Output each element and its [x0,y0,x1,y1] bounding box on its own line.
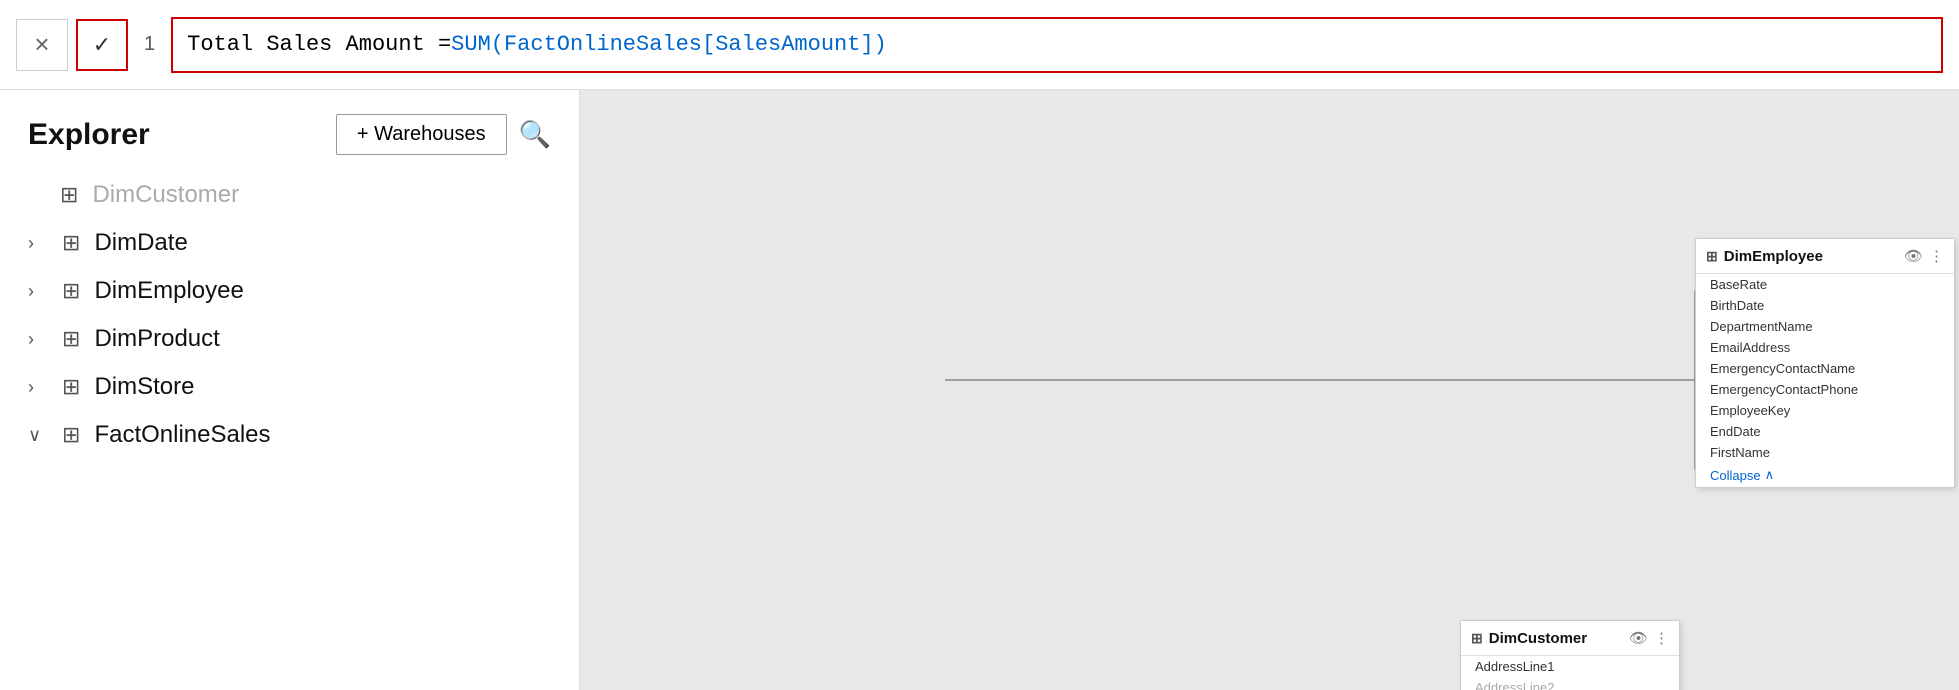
confirm-button[interactable]: ✓ [76,19,128,71]
formula-static-text: Total Sales Amount = [187,32,451,57]
dim-employee-header-actions[interactable]: 👁 ⋮ [1904,247,1944,265]
field-addressline2: AddressLine2 [1461,677,1679,690]
collapse-button[interactable]: Collapse ∧ [1696,463,1954,487]
field-emergencycontactphone: EmergencyContactPhone [1696,379,1954,400]
sidebar-item-label-dimdate: DimDate [94,229,187,257]
sidebar-item-factonlinesales[interactable]: ∨ ⊞ FactOnlineSales [0,411,579,459]
sidebar-title: Explorer [28,118,150,152]
sidebar-actions: + Warehouses 🔍 [336,114,551,155]
dim-customer-card: ⊞ DimCustomer 👁 ⋮ AddressLine1 AddressLi… [1460,620,1680,690]
chevron-factonlinesales: ∨ [28,425,48,446]
dim-employee-header-left: ⊞ DimEmployee [1706,248,1823,265]
check-icon: ✓ [93,32,111,58]
table-icon-dimstore: ⊞ [62,374,80,400]
main-area: Explorer + Warehouses 🔍 ⊞ DimCustomer › … [0,90,1959,690]
field-emergencycontactname: EmergencyContactName [1696,358,1954,379]
sidebar-tree: ⊞ DimCustomer › ⊞ DimDate › ⊞ DimEmploye… [0,171,579,690]
chevron-dimdate: › [28,233,48,254]
sidebar: Explorer + Warehouses 🔍 ⊞ DimCustomer › … [0,90,580,690]
dim-customer-header-actions[interactable]: 👁 ⋮ [1629,629,1669,647]
sidebar-header: Explorer + Warehouses 🔍 [0,90,579,171]
sidebar-item-label-dimcustomer: DimCustomer [92,181,239,209]
add-warehouses-button[interactable]: + Warehouses [336,114,507,155]
cancel-button[interactable]: × [16,19,68,71]
dim-employee-card: ⊞ DimEmployee 👁 ⋮ BaseRate BirthDate Dep… [1695,238,1955,488]
canvas-area[interactable]: ⊞ DimEmployee 👁 ⋮ BaseRate BirthDate Dep… [580,90,1959,690]
dim-employee-card-header: ⊞ DimEmployee 👁 ⋮ [1696,239,1954,274]
search-button[interactable]: 🔍 [519,119,551,150]
sidebar-item-label-factonlinesales: FactOnlineSales [94,421,270,449]
field-addressline1: AddressLine1 [1461,656,1679,677]
dim-employee-title: DimEmployee [1724,248,1823,265]
dim-customer-eye-icon[interactable]: 👁 [1629,629,1648,647]
sidebar-item-label-dimstore: DimStore [94,373,194,401]
field-departmentname: DepartmentName [1696,316,1954,337]
dim-employee-table-icon: ⊞ [1706,248,1718,265]
chevron-dimemployee: › [28,281,48,302]
formula-function-text: SUM(FactOnlineSales[SalesAmount]) [451,32,887,57]
sidebar-item-dimemployee[interactable]: › ⊞ DimEmployee [0,267,579,315]
field-enddate: EndDate [1696,421,1954,442]
table-icon-dimcustomer: ⊞ [60,182,78,208]
sidebar-item-dimstore[interactable]: › ⊞ DimStore [0,363,579,411]
field-employeekey: EmployeeKey [1696,400,1954,421]
cancel-icon: × [34,29,49,60]
sidebar-item-dimproduct[interactable]: › ⊞ DimProduct [0,315,579,363]
dim-customer-title: DimCustomer [1489,630,1587,647]
collapse-label: Collapse [1710,468,1761,483]
chevron-dimstore: › [28,377,48,398]
add-warehouses-label: + Warehouses [357,123,486,146]
dim-customer-more-icon[interactable]: ⋮ [1654,629,1669,647]
line-number: 1 [136,33,163,56]
table-icon-dimemployee: ⊞ [62,278,80,304]
sidebar-item-dimdate[interactable]: › ⊞ DimDate [0,219,579,267]
table-icon-factonlinesales: ⊞ [62,422,80,448]
table-icon-dimproduct: ⊞ [62,326,80,352]
field-baserate: BaseRate [1696,274,1954,295]
collapse-icon: ∧ [1765,467,1775,483]
field-birthdate: BirthDate [1696,295,1954,316]
sidebar-item-label-dimproduct: DimProduct [94,325,219,353]
table-icon-dimdate: ⊞ [62,230,80,256]
chevron-dimproduct: › [28,329,48,350]
dim-customer-header-left: ⊞ DimCustomer [1471,630,1587,647]
sidebar-item-label-dimemployee: DimEmployee [94,277,243,305]
field-emailaddress: EmailAddress [1696,337,1954,358]
dim-employee-more-icon[interactable]: ⋮ [1929,247,1944,265]
dim-customer-card-header: ⊞ DimCustomer 👁 ⋮ [1461,621,1679,656]
dim-employee-eye-icon[interactable]: 👁 [1904,247,1923,265]
sidebar-item-dimcustomer[interactable]: ⊞ DimCustomer [0,171,579,219]
formula-bar: × ✓ 1 Total Sales Amount = SUM(FactOnlin… [0,0,1959,90]
search-icon: 🔍 [519,119,551,149]
dim-customer-table-icon: ⊞ [1471,630,1483,647]
field-firstname: FirstName [1696,442,1954,463]
formula-input[interactable]: Total Sales Amount = SUM(FactOnlineSales… [171,17,1943,73]
